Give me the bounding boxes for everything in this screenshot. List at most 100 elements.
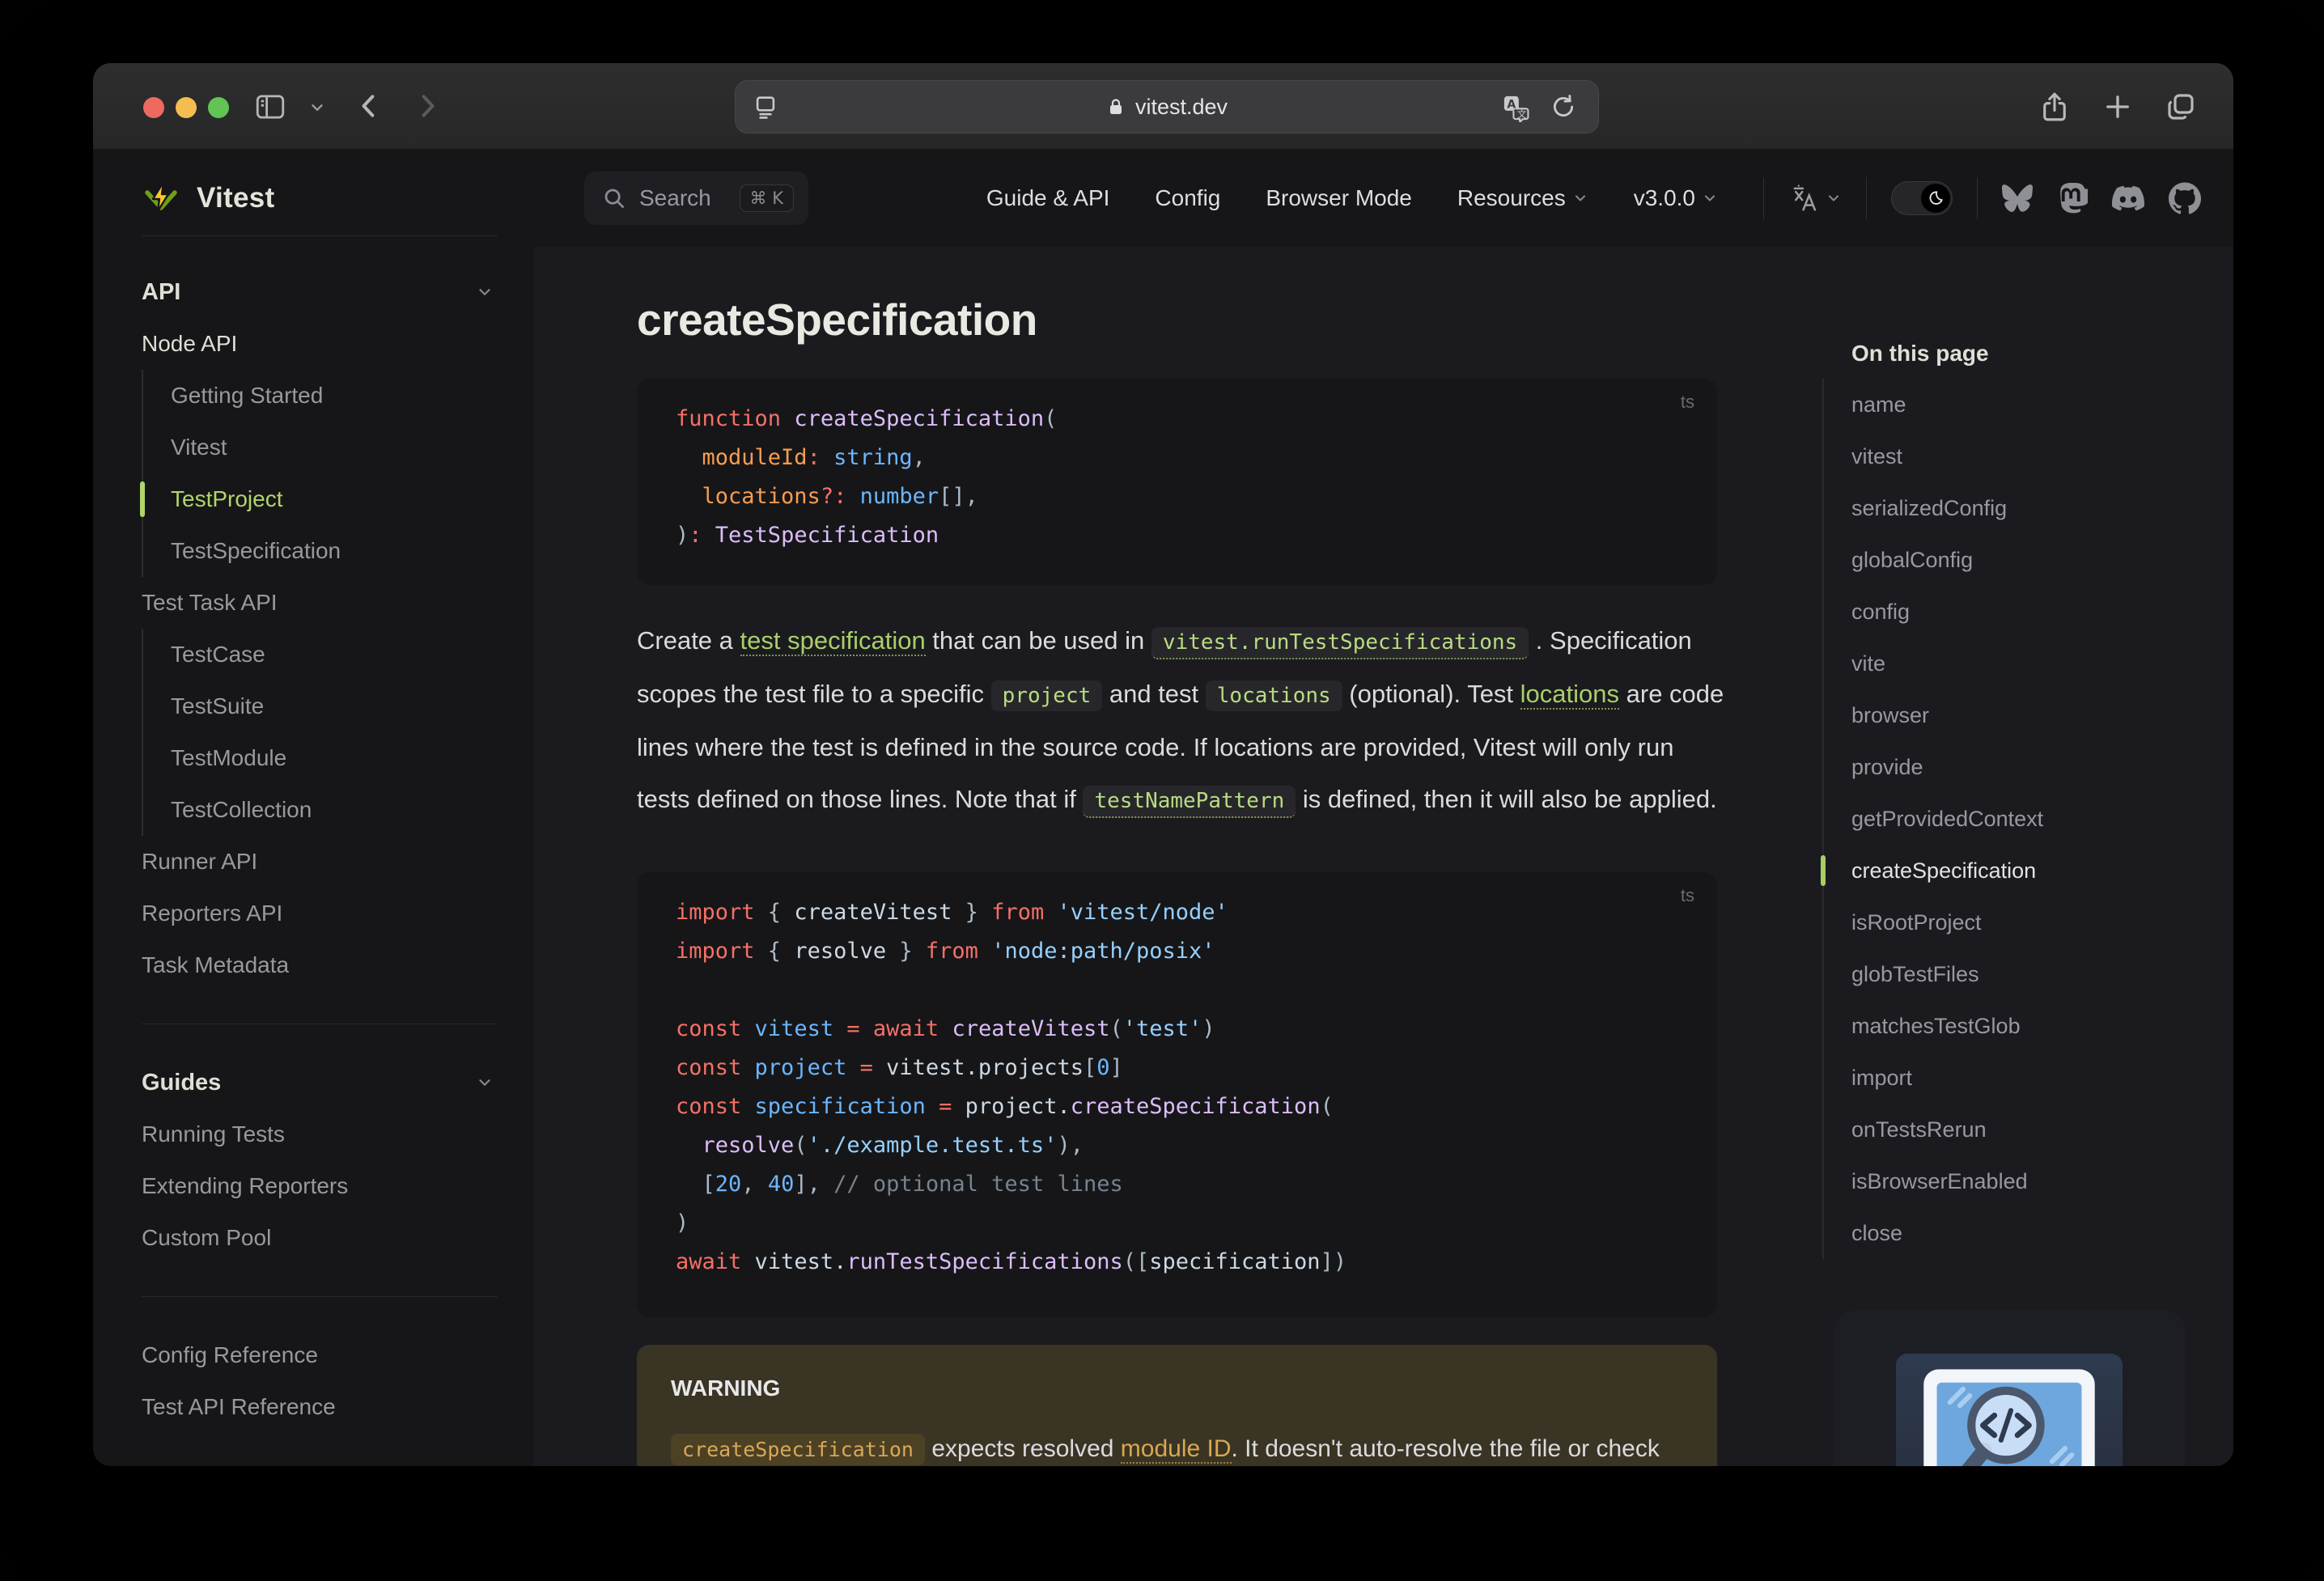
sponsor-card[interactable]	[1834, 1311, 2185, 1466]
code-token: (	[1109, 1016, 1123, 1041]
back-icon[interactable]	[354, 90, 386, 122]
code-token: runTestSpecifications	[846, 1249, 1123, 1274]
inline-link[interactable]: locations	[1520, 680, 1620, 710]
url-text[interactable]: vitest.dev	[1135, 95, 1228, 120]
nav-link[interactable]: Resources	[1457, 185, 1588, 211]
close-window-button[interactable]	[143, 97, 164, 118]
code-token: vitest	[754, 1016, 834, 1041]
nav-link[interactable]: v3.0.0	[1634, 185, 1718, 211]
site-logo[interactable]: Vitest	[142, 150, 274, 247]
bluesky-icon[interactable]	[2002, 183, 2033, 214]
code-token: await	[872, 1016, 939, 1041]
share-icon[interactable]	[2038, 90, 2072, 124]
minimize-window-button[interactable]	[176, 97, 197, 118]
sidebar-item[interactable]: Runner API	[142, 836, 494, 888]
discord-icon[interactable]	[2112, 182, 2144, 214]
code-language-label: ts	[1680, 392, 1694, 412]
code-token: 40	[767, 1172, 795, 1197]
outline-link[interactable]: browser	[1824, 689, 2203, 741]
outline-link[interactable]: matchesTestGlob	[1824, 1000, 2203, 1052]
zoom-window-button[interactable]	[208, 97, 229, 118]
search-button[interactable]: Search ⌘ K	[584, 172, 808, 225]
warning-title: WARNING	[671, 1375, 781, 1401]
sidebar-section-title: API	[142, 278, 181, 305]
chevron-down-icon[interactable]	[308, 99, 326, 117]
sidebar-section-api[interactable]: API	[142, 266, 494, 318]
outline-link[interactable]: provide	[1824, 741, 2203, 793]
nav-link[interactable]: Guide & API	[986, 185, 1110, 211]
github-icon[interactable]	[2169, 182, 2201, 214]
code-token: ,	[741, 1172, 768, 1197]
sidebar-item[interactable]: Config Reference	[142, 1329, 494, 1381]
sidebar-item[interactable]: TestSpecification	[143, 525, 494, 577]
sidebar-item[interactable]: TestProject	[140, 473, 494, 525]
sidebar-item[interactable]: Getting Started	[143, 370, 494, 422]
address-bar[interactable]: vitest.dev A 文	[735, 80, 1599, 134]
sidebar-item[interactable]: Vitest	[143, 422, 494, 473]
code-token: await	[676, 1249, 742, 1274]
inline-link[interactable]: test specification	[740, 626, 926, 656]
inline-link[interactable]: vitest.runTestSpecifications	[1151, 627, 1529, 659]
sidebar-item-test-task-api[interactable]: Test Task API	[142, 577, 494, 629]
sidebar-item[interactable]: TestModule	[143, 732, 494, 784]
text-segment: and test	[1102, 680, 1206, 708]
outline-link[interactable]: serializedConfig	[1824, 482, 2203, 534]
outline-link[interactable]: name	[1824, 379, 2203, 430]
code-token: locations	[676, 484, 821, 509]
code-token: {	[754, 939, 795, 964]
sidebar-item[interactable]: Test API Reference	[142, 1381, 494, 1433]
outline-link[interactable]: isBrowserEnabled	[1824, 1155, 2203, 1207]
sidebar-item[interactable]: Extending Reporters	[142, 1160, 494, 1212]
tab-overview-icon[interactable]	[2164, 90, 2198, 124]
outline-link[interactable]: vite	[1824, 638, 2203, 689]
inline-link[interactable]: module ID	[1120, 1435, 1232, 1464]
nav-link[interactable]: Browser Mode	[1266, 185, 1412, 211]
theme-toggle[interactable]	[1891, 181, 1953, 215]
outline-link[interactable]: getProvidedContext	[1824, 793, 2203, 845]
code-token: {	[754, 900, 795, 925]
mastodon-icon[interactable]	[2057, 183, 2088, 214]
outline-link[interactable]: close	[1824, 1207, 2203, 1259]
code-token: import	[676, 939, 755, 964]
new-tab-icon[interactable]	[2101, 90, 2135, 124]
code-block-example: ts import { createVitest } from 'vitest/…	[637, 872, 1717, 1317]
code-language-label: ts	[1680, 885, 1694, 905]
code-token: createVitest	[952, 1016, 1110, 1041]
reload-icon[interactable]	[1550, 93, 1577, 122]
outline-link[interactable]: vitest	[1824, 430, 2203, 482]
sidebar-toggle-icon[interactable]	[253, 90, 287, 124]
sidebar-item[interactable]: TestSuite	[143, 680, 494, 732]
svg-text:A: A	[1507, 99, 1516, 112]
outline-link[interactable]: globTestFiles	[1824, 948, 2203, 1000]
sidebar-item[interactable]: Running Tests	[142, 1108, 494, 1160]
sidebar-item[interactable]: Custom Pool	[142, 1212, 494, 1264]
sidebar-item[interactable]: TestCase	[143, 629, 494, 680]
outline-link[interactable]: config	[1824, 586, 2203, 638]
translate-icon[interactable]: A 文	[1501, 93, 1530, 122]
outline-link[interactable]: createSpecification	[1821, 845, 2203, 896]
code-token: moduleId	[676, 445, 808, 470]
outline-link[interactable]: isRootProject	[1824, 896, 2203, 948]
code-line: )	[676, 1210, 1717, 1249]
code-token: createVitest	[794, 900, 952, 925]
code-token: 20	[715, 1172, 742, 1197]
outline-link[interactable]: import	[1824, 1052, 2203, 1104]
inline-link[interactable]: testNamePattern	[1083, 786, 1296, 818]
sidebar-item[interactable]: Reporters API	[142, 888, 494, 939]
sidebar-section-guides[interactable]: Guides	[142, 1057, 494, 1108]
outline-link[interactable]: globalConfig	[1824, 534, 2203, 586]
nav-link[interactable]: Config	[1155, 185, 1220, 211]
sidebar-item-node-api[interactable]: Node API	[142, 318, 494, 370]
sidebar-item[interactable]: Task Metadata	[142, 939, 494, 991]
forward-icon[interactable]	[410, 90, 443, 122]
sidebar-item[interactable]: TestCollection	[143, 784, 494, 836]
outline-link[interactable]: onTestsRerun	[1824, 1104, 2203, 1155]
language-menu[interactable]	[1788, 182, 1842, 214]
code-token: TestSpecification	[702, 523, 939, 548]
code-token: const	[676, 1055, 742, 1080]
code-token: specification	[754, 1094, 926, 1119]
